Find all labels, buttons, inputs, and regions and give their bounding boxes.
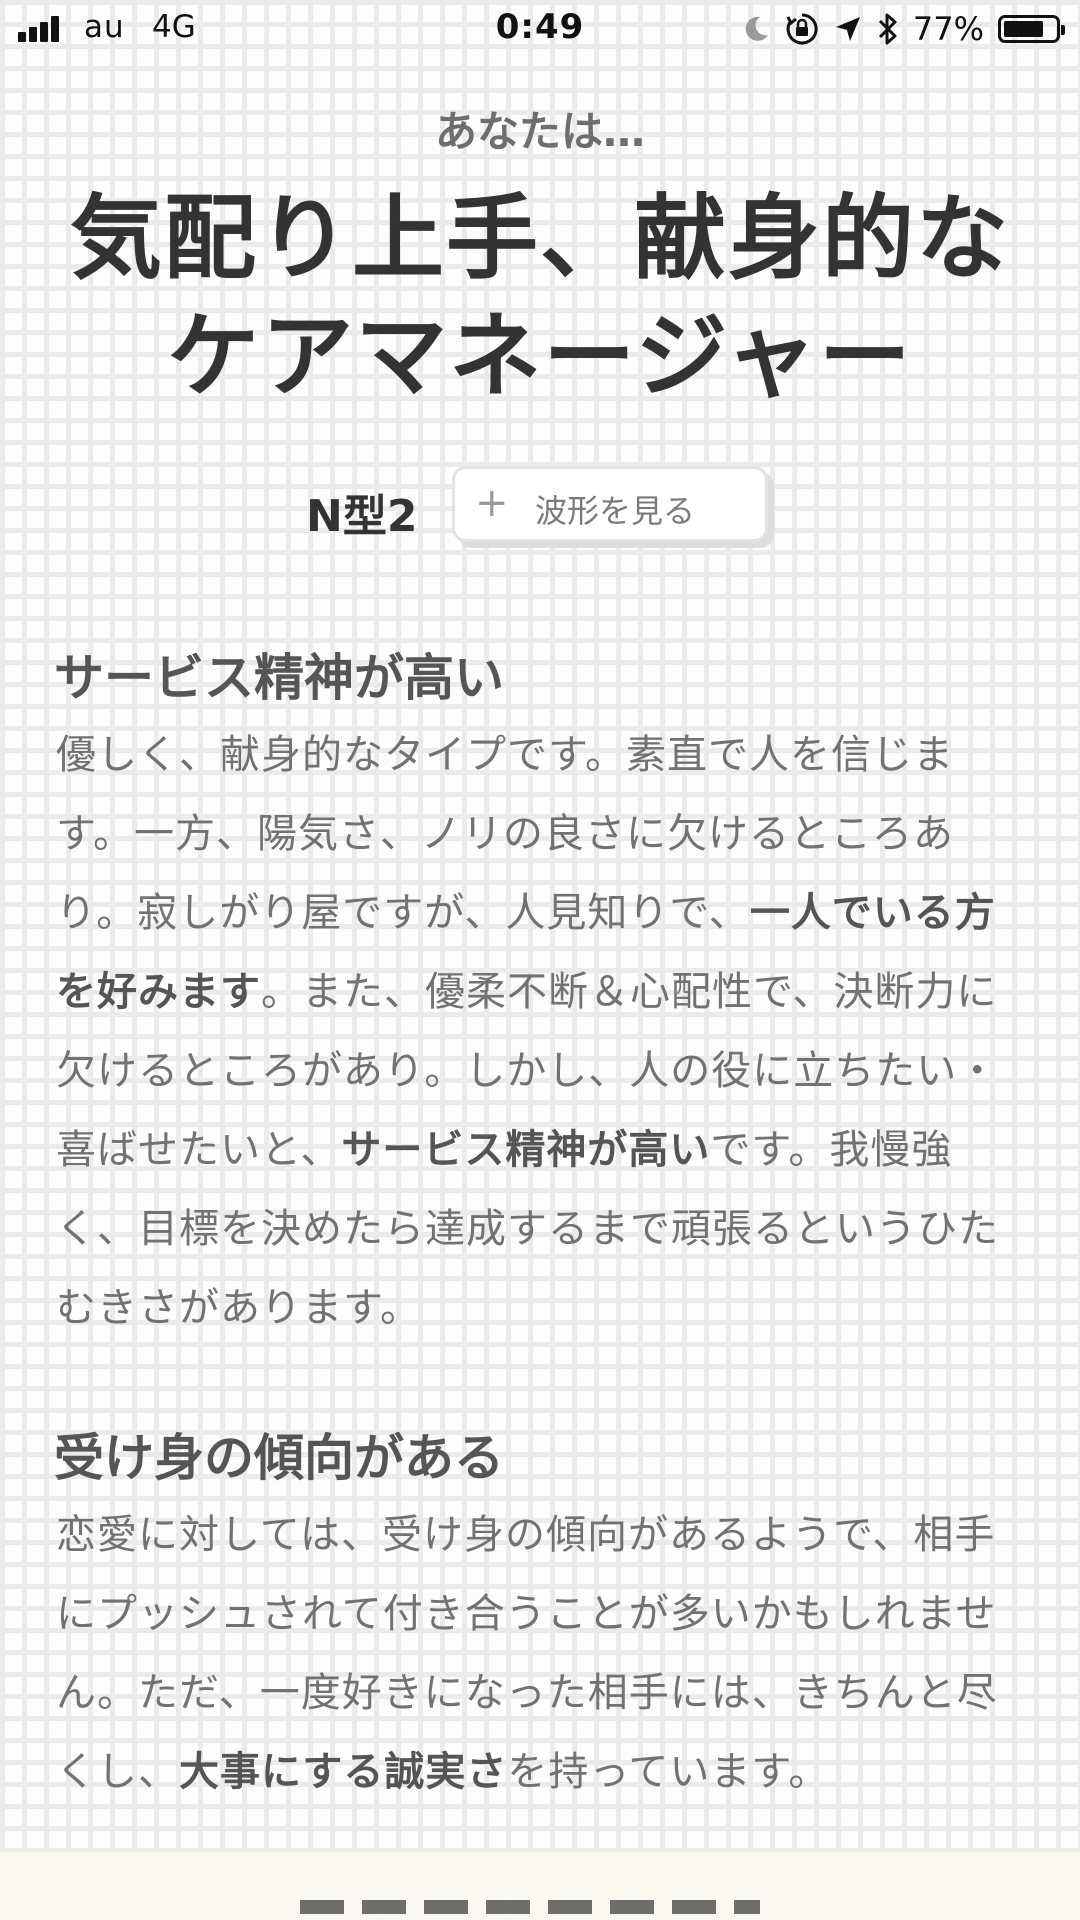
type-row: N型2 + 波形を見る: [0, 466, 1080, 546]
body-text-segment: を持っています。: [507, 1749, 830, 1795]
next-section-heading-cropped: [300, 1900, 760, 1914]
result-title-line-1: 気配り上手、献身的な: [69, 185, 1010, 292]
view-waveform-button[interactable]: + 波形を見る: [452, 466, 768, 542]
rotation-lock-icon: [785, 12, 819, 46]
intro-text: あなたは…: [434, 107, 645, 156]
status-indicators: 77%: [741, 8, 1065, 50]
result-title-line-2: ケアマネージャー: [167, 303, 913, 410]
section-body: 恋愛に対しては、受け身の傾向があるようで、相手にプッシュされて付き合うことが多い…: [56, 1496, 1016, 1812]
bluetooth-icon: [877, 12, 899, 46]
battery-percent: 77%: [912, 10, 984, 48]
battery-icon: [998, 15, 1065, 43]
moon-icon: [741, 14, 771, 44]
body-emphasis: 大事にする誠実さ: [179, 1749, 508, 1795]
section-heading: サービス精神が高い: [54, 649, 504, 707]
plus-icon: +: [475, 480, 509, 526]
result-title: 気配り上手、献身的な ケアマネージャー: [40, 180, 1040, 416]
location-arrow-icon: [833, 14, 863, 44]
status-bar: au 4G 0:49 77%: [0, 0, 1080, 58]
section-heading: 受け身の傾向がある: [54, 1429, 504, 1487]
battery-level-fill: [1004, 21, 1043, 37]
section-body: 優しく、献身的なタイプです。素直で人を信じます。一方、陽気さ、ノリの良さに欠ける…: [56, 716, 1016, 1348]
type-code: N型2: [306, 491, 418, 542]
next-section-panel: [0, 1850, 1080, 1920]
body-emphasis: サービス精神が高い: [341, 1127, 711, 1173]
view-waveform-label: 波形を見る: [535, 492, 696, 530]
